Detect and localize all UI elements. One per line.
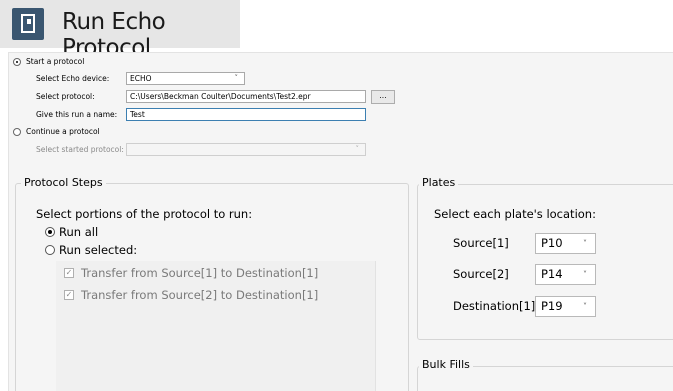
protocol-label: Select protocol: xyxy=(36,92,95,101)
title-bar: Run Echo Protocol xyxy=(0,0,240,61)
plate-location-select-destination1[interactable]: P19 ˅ xyxy=(535,296,596,317)
step-label: Transfer from Source[2] to Destination[1… xyxy=(81,288,319,302)
step-label: Transfer from Source[1] to Destination[1… xyxy=(81,266,319,280)
steps-list: ✓ Transfer from Source[1] to Destination… xyxy=(56,261,376,391)
plate-location-select-source1[interactable]: P10 ˅ xyxy=(535,233,596,254)
dialog-panel: Start a protocol Select Echo device: ECH… xyxy=(8,52,673,391)
bulk-fills-title: Bulk Fills xyxy=(419,358,473,371)
chevron-down-icon: ˅ xyxy=(234,74,239,82)
document-icon xyxy=(12,8,44,40)
run-name-label: Give this run a name: xyxy=(36,110,118,119)
step-checkbox[interactable]: ✓ xyxy=(64,268,74,278)
run-all-label: Run all xyxy=(59,225,99,239)
chevron-down-icon: ˅ xyxy=(583,270,587,279)
plate-location-value: P19 xyxy=(541,299,563,313)
plate-label-source1: Source[1] xyxy=(453,236,509,250)
start-protocol-label: Start a protocol xyxy=(26,57,85,66)
plate-location-value: P10 xyxy=(541,236,563,250)
plate-label-destination1: Destination[1] xyxy=(453,299,536,313)
started-protocol-label: Select started protocol: xyxy=(36,145,124,154)
protocol-path-field[interactable]: C:\Users\Beckman Coulter\Documents\Test2… xyxy=(126,90,366,103)
plate-location-select-source2[interactable]: P14 ˅ xyxy=(535,264,596,285)
run-selected-radio[interactable] xyxy=(45,245,55,255)
started-protocol-select: ˅ xyxy=(126,143,366,156)
plates-instruction: Select each plate's location: xyxy=(434,207,596,221)
start-protocol-radio[interactable] xyxy=(13,58,21,66)
plates-title: Plates xyxy=(419,176,459,189)
continue-protocol-label: Continue a protocol xyxy=(26,127,100,136)
device-label: Select Echo device: xyxy=(36,74,110,83)
steps-instruction: Select portions of the protocol to run: xyxy=(36,207,253,221)
chevron-down-icon: ˅ xyxy=(355,145,360,153)
chevron-down-icon: ˅ xyxy=(583,239,587,248)
echo-device-select[interactable]: ECHO ˅ xyxy=(126,72,245,85)
device-value: ECHO xyxy=(130,74,152,83)
run-all-radio[interactable] xyxy=(45,227,55,237)
run-name-input[interactable]: Test xyxy=(126,108,366,121)
run-selected-label: Run selected: xyxy=(59,243,138,257)
chevron-down-icon: ˅ xyxy=(583,302,587,311)
browse-button[interactable]: ... xyxy=(371,90,395,104)
protocol-steps-title: Protocol Steps xyxy=(21,176,106,189)
plate-location-value: P14 xyxy=(541,267,563,281)
step-checkbox[interactable]: ✓ xyxy=(64,290,74,300)
continue-protocol-radio[interactable] xyxy=(13,128,21,136)
plate-label-source2: Source[2] xyxy=(453,267,509,281)
